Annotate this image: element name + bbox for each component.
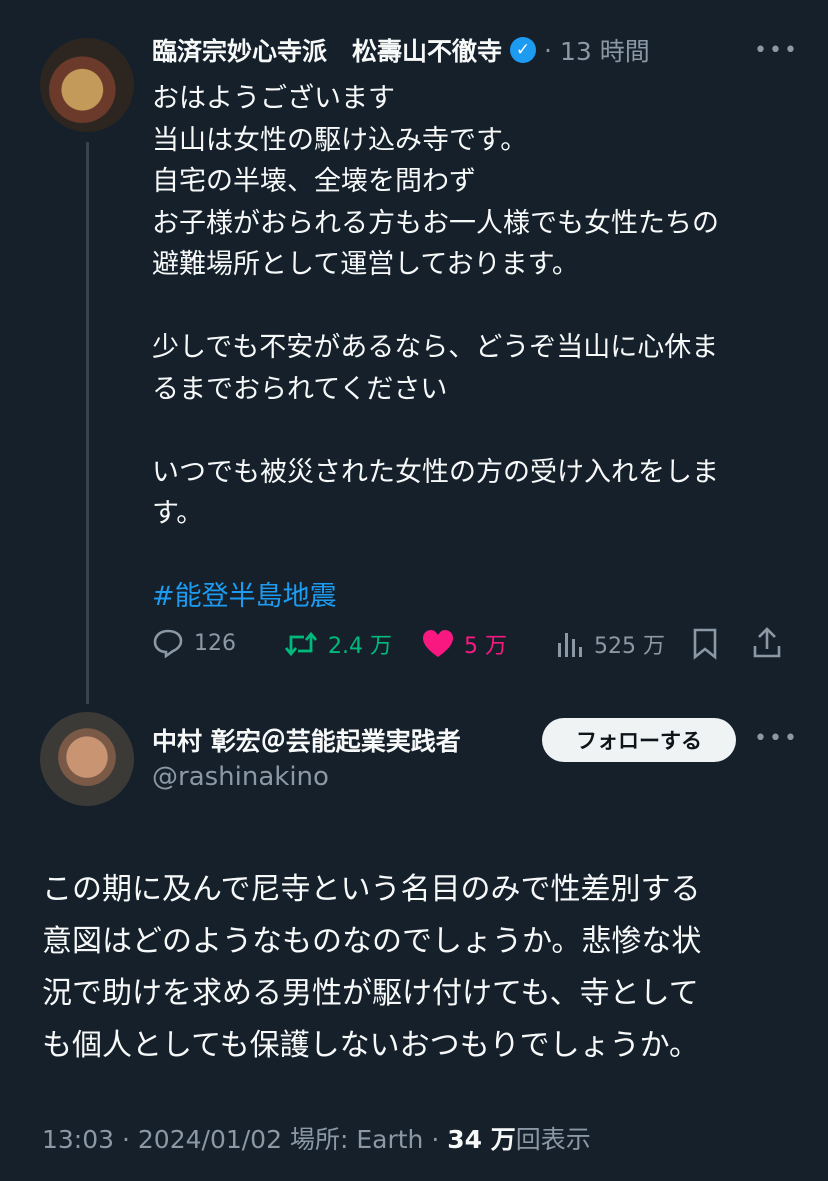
view-suffix: 回表示	[515, 1125, 591, 1154]
verified-badge-icon: ✓	[510, 37, 537, 63]
retweet-count: 2.4 万	[328, 634, 392, 659]
post-time[interactable]: 13:03	[42, 1125, 114, 1154]
views-action[interactable]: 525 万	[556, 628, 665, 660]
reply-more-icon[interactable]: •••	[754, 726, 799, 751]
reply-meta: 13:03 · 2024/01/02 場所: Earth · 34 万回表示	[42, 1125, 591, 1154]
reply-handle[interactable]: @rashinakino	[152, 762, 329, 792]
reply-count: 126	[194, 630, 236, 656]
views-count: 525 万	[594, 634, 665, 659]
reply-icon	[153, 629, 183, 658]
tweet-header: 臨済宗妙心寺派 松壽山不徹寺 ✓ · 13 時間	[152, 32, 650, 68]
like-icon	[423, 630, 453, 657]
share-icon[interactable]	[752, 626, 782, 660]
view-count: 34 万	[447, 1125, 516, 1154]
like-action[interactable]: 5 万	[422, 628, 507, 660]
post-location: 場所: Earth	[289, 1125, 424, 1154]
avatar-temple[interactable]	[40, 38, 134, 132]
retweet-action[interactable]: 2.4 万	[284, 628, 392, 660]
hashtag-link[interactable]: #能登半島地震	[152, 576, 792, 618]
author-name[interactable]: 臨済宗妙心寺派 松壽山不徹寺	[152, 32, 502, 68]
like-count: 5 万	[464, 634, 507, 659]
follow-button[interactable]: フォローする	[542, 718, 736, 762]
views-icon	[558, 633, 582, 657]
bookmark-icon[interactable]	[692, 628, 718, 660]
thread-line	[86, 142, 89, 704]
post-date[interactable]: 2024/01/02	[138, 1125, 282, 1154]
reply-action[interactable]: 126	[152, 628, 236, 658]
reply-text: この期に及んで尼寺という名目のみで性差別する 意図はどのようなものなのでしょうか…	[42, 872, 702, 1063]
reply-author-name[interactable]: 中村 彰宏＠芸能起業実践者	[152, 722, 461, 758]
tweet-text: おはようございます 当山は女性の駆け込み寺です。 自宅の半壊、全壊を問わず お子…	[152, 78, 792, 618]
retweet-icon	[284, 631, 318, 657]
more-icon[interactable]: •••	[754, 38, 799, 63]
time-ago[interactable]: 13 時間	[560, 32, 650, 68]
avatar-reply-author[interactable]	[40, 712, 134, 806]
